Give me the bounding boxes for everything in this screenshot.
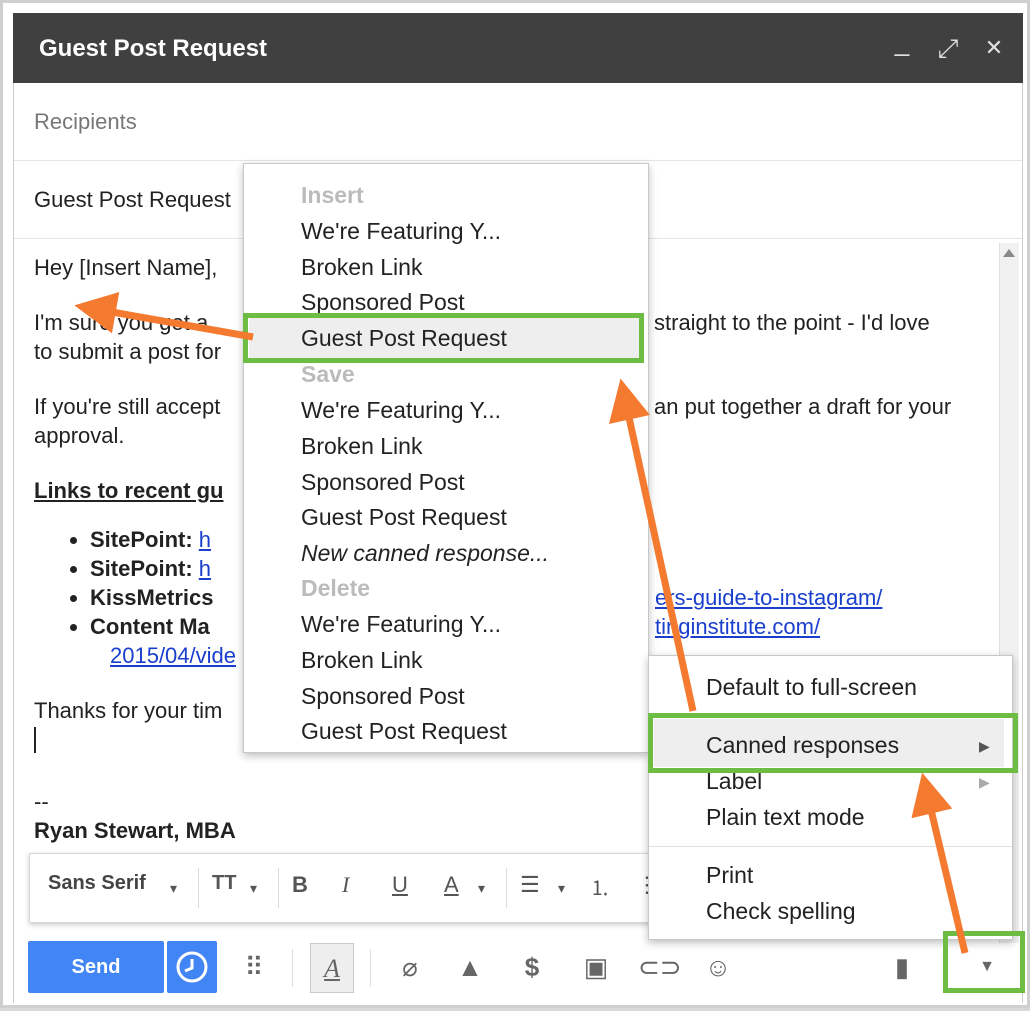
menu-item-save[interactable]: Broken Link — [301, 433, 422, 460]
link-url-video[interactable]: 2015/04/vide — [110, 641, 236, 670]
underline-button[interactable]: U — [392, 872, 408, 898]
divider — [278, 868, 279, 908]
italic-button[interactable]: I — [342, 872, 349, 898]
recipients-field[interactable]: Recipients — [14, 83, 1022, 161]
menu-item-delete[interactable]: Sponsored Post — [301, 683, 465, 710]
trash-icon[interactable]: ▮ — [884, 949, 920, 985]
bold-button[interactable]: B — [292, 872, 308, 898]
window-title: Guest Post Request — [39, 35, 268, 62]
menu-item-delete[interactable]: We're Featuring Y... — [301, 611, 501, 638]
menu-item-save[interactable]: Guest Post Request — [301, 504, 507, 531]
menu-item-plain-text[interactable]: Plain text mode — [706, 804, 865, 831]
highlight-box-more-options — [943, 931, 1025, 993]
menu-item-print[interactable]: Print — [706, 862, 753, 889]
send-button[interactable]: Send — [28, 941, 164, 993]
more-options-menu: Default to full-screen Canned responses … — [648, 655, 1013, 940]
text-cursor — [34, 727, 36, 753]
apps-grid-icon[interactable]: ⠿ — [236, 949, 272, 985]
chevron-down-icon[interactable]: ▾ — [558, 880, 565, 897]
compose-titlebar: Guest Post Request _ ⤢ ✕ — [13, 13, 1023, 83]
submenu-arrow-icon: ▶ — [979, 774, 990, 790]
font-size-icon[interactable]: TT — [212, 872, 236, 895]
para2-line1-left: If you're still accept — [34, 394, 221, 419]
divider — [292, 949, 293, 987]
menu-item-check-spelling[interactable]: Check spelling — [706, 898, 856, 925]
menu-item-full-screen[interactable]: Default to full-screen — [706, 674, 917, 701]
para1-line1-left: I'm sure you get a — [34, 310, 209, 335]
menu-item-insert[interactable]: Broken Link — [301, 254, 422, 281]
font-family-select[interactable]: Sans Serif — [48, 872, 146, 895]
drive-icon[interactable]: ▲ — [452, 949, 488, 985]
menu-header-delete: Delete — [301, 575, 371, 601]
menu-header-save: Save — [301, 361, 355, 387]
schedule-send-button[interactable] — [167, 941, 217, 993]
screenshot-frame: Guest Post Request _ ⤢ ✕ Recipients Gues… — [0, 0, 1030, 1008]
link-source: SitePoint — [90, 556, 186, 581]
menu-item-save[interactable]: Sponsored Post — [301, 469, 465, 496]
link-url[interactable]: h — [199, 556, 211, 581]
para1-line2: to submit a post for — [34, 339, 222, 364]
divider — [506, 868, 507, 908]
link-sep: : — [185, 556, 199, 581]
formatting-toolbar: Sans Serif ▾ TT ▾ B I U A ▾ ☰ ▾ ⒈ ⋮ — [29, 853, 669, 923]
link-source: Content Ma — [90, 614, 210, 639]
scroll-up-icon[interactable] — [1003, 249, 1015, 257]
link-icon[interactable]: ⊂⊃ — [638, 949, 682, 985]
highlight-box-guest-post — [243, 313, 644, 363]
money-icon[interactable]: $ — [514, 949, 550, 985]
link-url-instagram[interactable]: ers-guide-to-instagram/ — [655, 583, 882, 612]
link-source: SitePoint — [90, 527, 186, 552]
para2-line1-right: an put together a draft for your — [654, 394, 952, 419]
text-color-button[interactable]: A — [444, 872, 459, 898]
menu-item-delete[interactable]: Broken Link — [301, 647, 422, 674]
emoji-icon[interactable]: ☺ — [700, 949, 736, 985]
menu-divider — [649, 846, 1012, 847]
minimize-icon[interactable]: _ — [885, 25, 919, 59]
clock-icon — [176, 951, 208, 983]
compose-actions: Send ⠿ A ⌀ ▲ $ ▣ ⊂⊃ ☺ ▮ ▼ — [14, 931, 1022, 1003]
menu-header-insert: Insert — [301, 182, 364, 208]
link-url[interactable]: h — [199, 527, 211, 552]
para2-line2: approval. — [34, 423, 125, 448]
highlight-box-canned-responses — [648, 713, 1018, 773]
formatting-toggle-icon[interactable]: A — [310, 943, 354, 993]
menu-item-delete[interactable]: Guest Post Request — [301, 718, 507, 745]
close-icon[interactable]: ✕ — [977, 31, 1011, 65]
photo-icon[interactable]: ▣ — [578, 949, 614, 985]
link-source: KissMetrics — [90, 585, 214, 610]
menu-item-insert[interactable]: We're Featuring Y... — [301, 218, 501, 245]
menu-item-save[interactable]: We're Featuring Y... — [301, 397, 501, 424]
menu-item-insert[interactable]: Sponsored Post — [301, 289, 465, 316]
chevron-down-icon[interactable]: ▾ — [478, 880, 485, 897]
link-url-cmi[interactable]: tinginstitute.com/ — [655, 612, 820, 641]
chevron-down-icon[interactable]: ▾ — [170, 880, 177, 897]
para1-line1-right: straight to the point - I'd love — [654, 310, 930, 335]
expand-icon[interactable]: ⤢ — [931, 31, 965, 65]
numbered-list-icon[interactable]: ⒈ — [590, 872, 610, 901]
align-icon[interactable]: ☰ — [520, 872, 540, 898]
attach-icon[interactable]: ⌀ — [392, 949, 428, 985]
divider — [370, 949, 371, 987]
menu-item-new-canned-response[interactable]: New canned response... — [301, 540, 549, 567]
divider — [198, 868, 199, 908]
canned-responses-submenu: Insert We're Featuring Y... Broken Link … — [243, 163, 649, 753]
link-sep: : — [185, 527, 199, 552]
chevron-down-icon[interactable]: ▾ — [250, 880, 257, 897]
